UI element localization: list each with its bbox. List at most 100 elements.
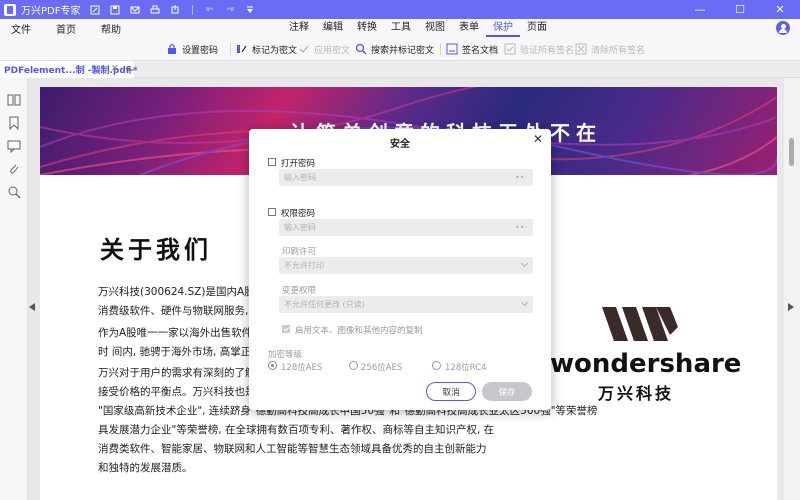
search-icon: [355, 43, 367, 55]
permission-password-placeholder: 输入密码: [284, 223, 316, 232]
new-tab-button[interactable]: +: [123, 61, 137, 78]
change-permission-value: 不允许任何更改 (只读): [284, 300, 365, 309]
page-heading: 关于我们: [100, 236, 212, 264]
maximize-button[interactable]: ☐: [720, 0, 760, 19]
collapse-right-icon[interactable]: [788, 303, 794, 311]
close-window-button[interactable]: ✕: [760, 0, 800, 19]
open-password-checkbox[interactable]: [268, 158, 276, 166]
tab-tools[interactable]: 工具: [384, 19, 418, 37]
paragraph-line: 消费类软件、智能家居、物联网和人工智能等智慧生态领域具备优秀的自主创新能力: [98, 443, 487, 455]
paragraph-line: 具发展潜力企业"等荣誉榜, 在全球拥有数百项专利、著作权、商标等自主知识产权, …: [98, 424, 495, 436]
tab-convert[interactable]: 转换: [350, 19, 384, 37]
quick-access-toolbar: [88, 3, 257, 17]
open-password-label: 打开密码: [281, 159, 316, 169]
permission-password-label: 权限密码: [281, 209, 316, 219]
menu-home[interactable]: 首页: [45, 21, 90, 36]
divider: [440, 43, 441, 55]
open-password-field[interactable]: 输入密码 ••·: [279, 169, 533, 186]
edit-icon[interactable]: [88, 3, 102, 17]
mark-redaction-label: 标记为密文: [252, 45, 298, 56]
print-permission-select[interactable]: 不允许打印: [279, 257, 533, 274]
paragraph-line: 接受价格的平衡点。万兴科技也是中: [98, 386, 266, 398]
search-icon[interactable]: [7, 185, 21, 199]
set-password-button[interactable]: 设置密码: [166, 41, 218, 57]
share-icon[interactable]: [168, 3, 182, 17]
open-password-placeholder: 输入密码: [284, 173, 316, 182]
mark-redaction-button[interactable]: 标记为密文: [236, 41, 297, 57]
customize-dropdown-icon[interactable]: [243, 3, 257, 17]
undo-icon[interactable]: [203, 3, 217, 17]
apply-redaction-label: 应用密文: [314, 45, 351, 56]
tab-comment[interactable]: 注释: [282, 19, 316, 37]
save-button[interactable]: 保存: [482, 382, 532, 401]
encryption-rc4-radio[interactable]: [432, 361, 441, 370]
cancel-button[interactable]: 取消: [426, 382, 476, 401]
check-icon: [299, 45, 309, 54]
email-icon[interactable]: [128, 3, 142, 17]
logo-wordmark: wondershare: [550, 349, 742, 379]
chevron-down-icon: [520, 259, 529, 268]
chevron-down-icon: [520, 298, 529, 307]
attachment-icon[interactable]: [7, 162, 21, 176]
show-password-icon[interactable]: ••·: [515, 219, 527, 236]
apply-redaction-button[interactable]: 应用密文: [298, 41, 350, 57]
clear-icon: [575, 43, 587, 55]
scrollbar-thumb[interactable]: [789, 138, 794, 166]
title-bar: 万兴PDF专家 — ☐ ✕: [0, 0, 800, 19]
security-dialog: 安全 ✕ 打开密码 输入密码 ••· 权限密码 输入密码 ••· 印刷许可 不允…: [249, 129, 551, 410]
vertical-scrollbar[interactable]: [784, 78, 800, 500]
permission-password-field[interactable]: 输入密码 ••·: [279, 219, 533, 236]
sign-document-label: 签名文档: [462, 45, 499, 56]
tab-form[interactable]: 表单: [452, 19, 486, 37]
tab-view[interactable]: 视图: [418, 19, 452, 37]
document-tab-bar: PDFelement...制 -製制.pdf * ✕ +: [0, 61, 800, 78]
menu-help[interactable]: 帮助: [90, 21, 135, 36]
thumbnails-icon[interactable]: [7, 93, 21, 107]
tab-edit[interactable]: 编辑: [316, 19, 350, 37]
user-avatar-icon[interactable]: [776, 21, 790, 35]
encryption-rc4-label: 128位RC4: [445, 363, 487, 373]
clear-signatures-button[interactable]: 清除所有签名: [575, 41, 645, 57]
window-controls: — ☐ ✕: [680, 0, 800, 19]
search-redact-label: 搜索并标记密文: [371, 45, 435, 56]
copy-content-checkbox[interactable]: [282, 325, 290, 333]
encryption-aes128-radio[interactable]: [268, 361, 277, 370]
close-tab-icon[interactable]: ✕: [111, 64, 119, 74]
sign-document-button[interactable]: 签名文档: [446, 41, 498, 57]
encryption-aes256-radio[interactable]: [349, 361, 358, 370]
verify-signatures-button[interactable]: 验证所有签名: [504, 41, 574, 57]
dialog-title: 安全: [390, 139, 410, 150]
change-permission-label: 变更权限: [282, 286, 317, 296]
divider: [230, 43, 231, 55]
minimize-button[interactable]: —: [680, 0, 720, 19]
close-dialog-icon[interactable]: ✕: [533, 132, 543, 146]
search-redact-button[interactable]: 搜索并标记密文: [355, 41, 434, 57]
paragraph-line: 作为A股唯一一家以海外出售软件:: [98, 327, 256, 339]
wondershare-logo-icon: [602, 307, 678, 341]
save-icon[interactable]: [108, 3, 122, 17]
paragraph-line: 时 间内, 驰骋于海外市场, 高掌正版: [98, 346, 262, 358]
menu-file[interactable]: 文件: [0, 21, 45, 36]
encryption-aes256-label: 256位AES: [361, 363, 403, 373]
logo-chinese: 万兴科技: [598, 384, 675, 403]
print-permission-value: 不允许打印: [284, 261, 324, 270]
collapse-left-icon[interactable]: [29, 303, 35, 311]
set-password-label: 设置密码: [182, 45, 219, 56]
tab-page[interactable]: 页面: [520, 19, 554, 37]
print-permission-label: 印刷许可: [282, 247, 317, 257]
tab-protect[interactable]: 保护: [486, 19, 520, 37]
redo-icon[interactable]: [223, 3, 237, 17]
permission-password-checkbox[interactable]: [268, 208, 276, 216]
comment-icon[interactable]: [7, 139, 21, 153]
paragraph-line: 消费级软件、硬件与物联网服务, 致: [98, 305, 263, 317]
app-title: 万兴PDF专家: [21, 6, 81, 17]
change-permission-select[interactable]: 不允许任何更改 (只读): [279, 296, 533, 313]
print-icon[interactable]: [148, 3, 162, 17]
signature-icon: [446, 43, 458, 55]
show-password-icon[interactable]: ••·: [515, 169, 527, 186]
divider: [192, 4, 194, 15]
encryption-level-label: 加密等级: [268, 350, 303, 360]
app-logo-icon: [4, 3, 16, 16]
bookmark-icon[interactable]: [7, 116, 21, 130]
clear-signatures-label: 清除所有签名: [591, 45, 646, 56]
